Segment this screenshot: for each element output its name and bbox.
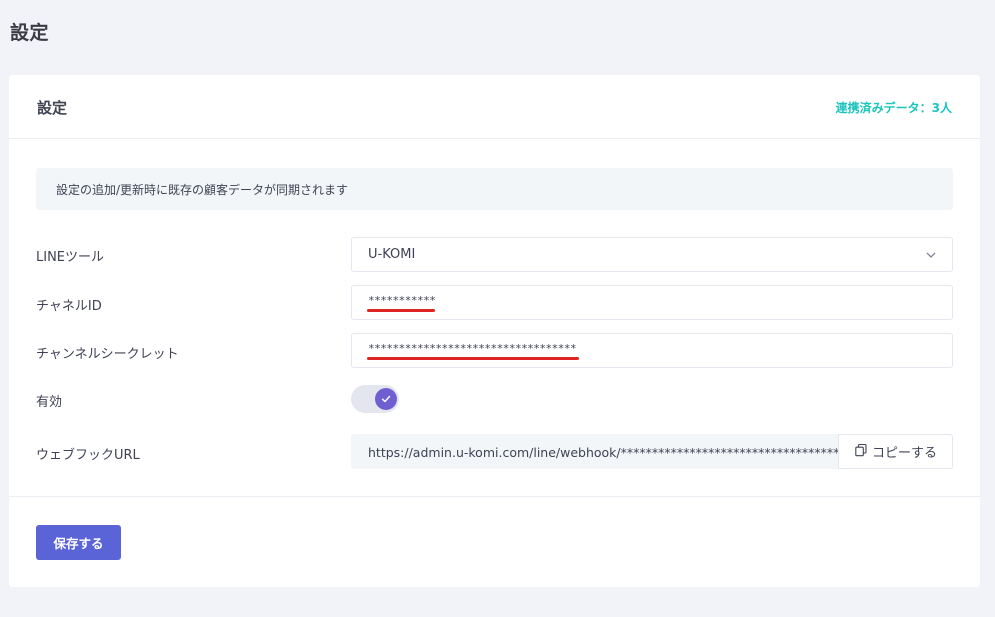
channel-secret-label: チャンネルシークレット bbox=[36, 347, 179, 362]
sync-status: 連携済みデータ：3人 bbox=[835, 101, 952, 115]
line-tool-value: U-KOMI bbox=[368, 247, 416, 262]
redaction-underline bbox=[367, 357, 579, 360]
copy-icon bbox=[854, 443, 868, 461]
copy-button-label: コピーする bbox=[871, 446, 937, 461]
webhook-url-field[interactable]: https://admin.u-komi.com/line/webhook/**… bbox=[351, 434, 839, 469]
channel-id-label: チャネルID bbox=[36, 299, 102, 314]
channel-id-input[interactable]: *********** bbox=[351, 285, 953, 320]
channel-secret-value: ********************************** bbox=[368, 342, 577, 355]
card-title: 設定 bbox=[37, 99, 68, 117]
line-tool-label: LINEツール bbox=[36, 250, 105, 265]
save-button[interactable]: 保存する bbox=[36, 525, 121, 560]
copy-button[interactable]: コピーする bbox=[838, 434, 953, 469]
chevron-down-icon bbox=[924, 248, 938, 262]
card-header: 設定 連携済みデータ：3人 bbox=[9, 75, 980, 139]
sync-notice: 設定の追加/更新時に既存の顧客データが同期されます bbox=[36, 168, 953, 210]
enabled-label: 有効 bbox=[36, 395, 63, 410]
channel-secret-input[interactable]: ********************************** bbox=[351, 333, 953, 368]
settings-card: 設定 連携済みデータ：3人 設定の追加/更新時に既存の顧客データが同期されます … bbox=[9, 75, 980, 587]
page-title: 設定 bbox=[10, 22, 50, 44]
toggle-knob bbox=[375, 388, 397, 410]
enabled-toggle[interactable] bbox=[351, 385, 399, 413]
redaction-underline bbox=[367, 309, 435, 312]
webhook-url-label: ウェブフックURL bbox=[36, 448, 140, 463]
channel-id-value: *********** bbox=[368, 294, 436, 307]
line-tool-select[interactable]: U-KOMI bbox=[351, 237, 953, 272]
card-footer-divider bbox=[9, 496, 980, 497]
